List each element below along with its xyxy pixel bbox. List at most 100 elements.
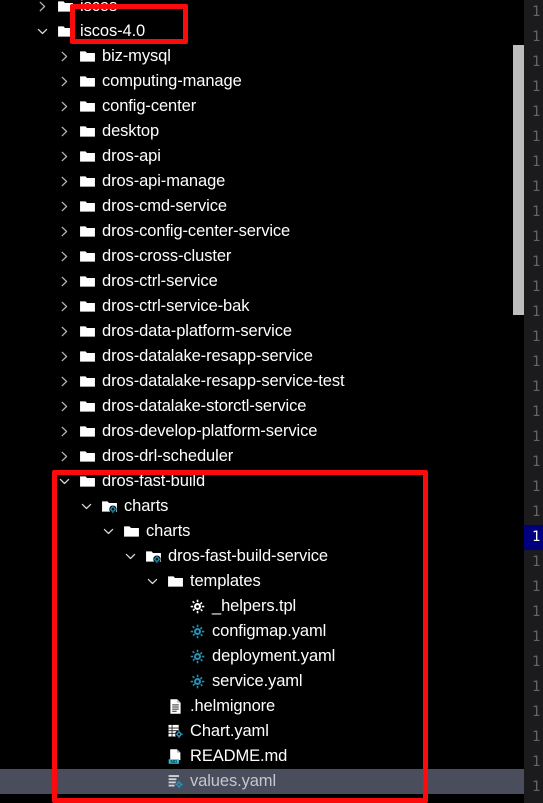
- tree-row-dros-ctrl-service-bak[interactable]: dros-ctrl-service-bak: [0, 294, 524, 319]
- chevron-right-icon[interactable]: [57, 394, 73, 419]
- chevron-right-icon[interactable]: [57, 244, 73, 269]
- chevron-right-icon[interactable]: [57, 119, 73, 144]
- tree-row-biz-mysql[interactable]: biz-mysql: [0, 44, 524, 69]
- tree-row-label: iscos: [80, 0, 118, 15]
- gutter-line-number: 1: [532, 4, 541, 20]
- chevron-right-icon[interactable]: [57, 444, 73, 469]
- chevron-right-icon[interactable]: [57, 144, 73, 169]
- chevron-right-icon[interactable]: [57, 194, 73, 219]
- tree-row-label: desktop: [102, 122, 160, 140]
- tree-row-desktop[interactable]: desktop: [0, 119, 524, 144]
- gutter-line-number: 1: [532, 229, 541, 245]
- tree-row-readme.md[interactable]: MD README.md: [0, 744, 524, 769]
- tree-row-label: dros-data-platform-service: [102, 322, 292, 340]
- tree-row-label: README.md: [190, 747, 288, 765]
- gutter-line-number: 1: [532, 204, 541, 220]
- tree-row-label: .helmignore: [190, 697, 276, 715]
- folder-icon: [79, 44, 97, 69]
- tree-row-label: configmap.yaml: [212, 622, 327, 640]
- tree-row-dros-cmd-service[interactable]: dros-cmd-service: [0, 194, 524, 219]
- folder-icon: [167, 569, 185, 594]
- vertical-scrollbar-track[interactable]: [513, 0, 524, 803]
- chevron-right-icon[interactable]: [57, 219, 73, 244]
- chevron-right-icon[interactable]: [57, 169, 73, 194]
- tree-row-dros-develop-platform-service[interactable]: dros-develop-platform-service: [0, 419, 524, 444]
- tree-row-dros-data-platform-service[interactable]: dros-data-platform-service: [0, 319, 524, 344]
- chevron-right-icon[interactable]: [35, 0, 51, 19]
- tree-row-label: templates: [190, 572, 261, 590]
- tree-row-label: dros-develop-platform-service: [102, 422, 318, 440]
- gutter-line-number: 1: [532, 404, 541, 420]
- tree-row-values.yaml[interactable]: values.yaml: [0, 769, 524, 794]
- tree-row-dros-drl-scheduler[interactable]: dros-drl-scheduler: [0, 444, 524, 469]
- tree-row-config-center[interactable]: config-center: [0, 94, 524, 119]
- tree-row-.helmignore[interactable]: .helmignore: [0, 694, 524, 719]
- tree-row-dros-datalake-resapp-service-test[interactable]: dros-datalake-resapp-service-test: [0, 369, 524, 394]
- gutter-line-number: 1: [532, 129, 541, 145]
- tree-row-label: dros-fast-build: [102, 472, 206, 490]
- tree-row-label: dros-datalake-resapp-service-test: [102, 372, 345, 390]
- chevron-down-icon[interactable]: [123, 544, 139, 569]
- vertical-scrollbar-thumb[interactable]: [513, 45, 524, 315]
- chevron-right-icon[interactable]: [57, 94, 73, 119]
- chevron-down-icon[interactable]: [79, 494, 95, 519]
- tree-row-iscos-4.0[interactable]: iscos-4.0: [0, 19, 524, 44]
- gutter-line-number: 1: [532, 79, 541, 95]
- md-file-icon: MD: [167, 744, 185, 769]
- chevron-right-icon[interactable]: [57, 269, 73, 294]
- tree-row-dros-datalake-storctl-service[interactable]: dros-datalake-storctl-service: [0, 394, 524, 419]
- tree-row-label: dros-cross-cluster: [102, 247, 232, 265]
- tree-row-charts[interactable]: charts: [0, 494, 524, 519]
- tree-row-dros-config-center-service[interactable]: dros-config-center-service: [0, 219, 524, 244]
- tree-row-dros-ctrl-service[interactable]: dros-ctrl-service: [0, 269, 524, 294]
- folder-icon: [79, 244, 97, 269]
- gutter-line-number: 1: [532, 729, 541, 745]
- yaml-file-icon: [189, 669, 207, 694]
- editor-gutter-sliver: 1 1 1 1 1 1 1 1 1 1 1 1 1 1 1 1 1 1 1 1 1 1 1 1 1 1 1 1 1 1 1 1: [524, 0, 543, 803]
- tree-row-_helpers.tpl[interactable]: _helpers.tpl: [0, 594, 524, 619]
- tree-row-computing-manage[interactable]: computing-manage: [0, 69, 524, 94]
- tree-row-deployment.yaml[interactable]: deployment.yaml: [0, 644, 524, 669]
- folder-icon: [79, 294, 97, 319]
- chevron-down-icon[interactable]: [101, 519, 117, 544]
- tree-row-iscos[interactable]: iscos: [0, 0, 524, 19]
- gutter-line-number: 1: [532, 179, 541, 195]
- chevron-down-icon[interactable]: [57, 469, 73, 494]
- tree-row-label: values.yaml: [190, 772, 277, 790]
- chevron-right-icon[interactable]: [57, 44, 73, 69]
- tree-row-dros-api[interactable]: dros-api: [0, 144, 524, 169]
- chevron-down-icon[interactable]: [35, 19, 51, 44]
- folder-icon: [79, 94, 97, 119]
- gutter-line-number: 1: [532, 104, 541, 120]
- svg-text:MD: MD: [170, 759, 177, 764]
- tree-row-dros-fast-build[interactable]: dros-fast-build: [0, 469, 524, 494]
- chevron-right-icon[interactable]: [57, 69, 73, 94]
- gutter-line-number: 1: [532, 654, 541, 670]
- chevron-right-icon[interactable]: [57, 319, 73, 344]
- tree-row-chart.yaml[interactable]: Chart.yaml: [0, 719, 524, 744]
- tree-row-label: config-center: [102, 97, 197, 115]
- chart-file-icon: [167, 719, 185, 744]
- screenshot-root: iscos iscos-4.0 biz-mysql computing-manage c…: [0, 0, 543, 803]
- chevron-right-icon[interactable]: [57, 419, 73, 444]
- tree-row-dros-fast-build-service[interactable]: dros-fast-build-service: [0, 544, 524, 569]
- gutter-line-number: 1: [532, 54, 541, 70]
- chevron-right-icon[interactable]: [57, 344, 73, 369]
- folder-icon: [79, 119, 97, 144]
- gutter-line-number: 1: [532, 254, 541, 270]
- tree-row-configmap.yaml[interactable]: configmap.yaml: [0, 619, 524, 644]
- tree-row-label: service.yaml: [212, 672, 303, 690]
- tree-row-charts[interactable]: charts: [0, 519, 524, 544]
- tree-row-dros-cross-cluster[interactable]: dros-cross-cluster: [0, 244, 524, 269]
- file-explorer-panel[interactable]: iscos iscos-4.0 biz-mysql computing-manage c…: [0, 0, 524, 803]
- chevron-down-icon[interactable]: [145, 569, 161, 594]
- tree-row-label: deployment.yaml: [212, 647, 336, 665]
- tree-row-dros-api-manage[interactable]: dros-api-manage: [0, 169, 524, 194]
- chevron-right-icon[interactable]: [57, 294, 73, 319]
- tree-row-templates[interactable]: templates: [0, 569, 524, 594]
- chevron-right-icon[interactable]: [57, 369, 73, 394]
- tree-row-dros-datalake-resapp-service[interactable]: dros-datalake-resapp-service: [0, 344, 524, 369]
- tree-row-service.yaml[interactable]: service.yaml: [0, 669, 524, 694]
- folder-icon: [79, 319, 97, 344]
- folder-icon: [57, 19, 75, 44]
